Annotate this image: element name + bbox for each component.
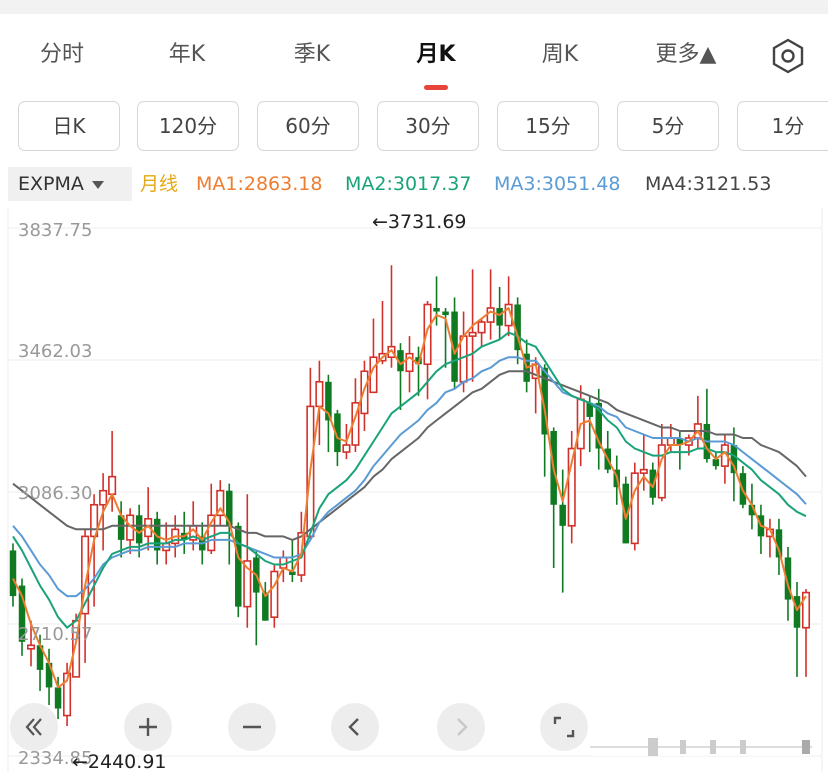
- zoom-out-button[interactable]: [228, 703, 276, 751]
- period-120min-button[interactable]: 120分: [137, 101, 239, 151]
- tab-monthly-k[interactable]: 月K: [404, 28, 468, 82]
- period-30min-button[interactable]: 30分: [377, 101, 479, 151]
- caret-down-icon: [91, 180, 104, 189]
- settings-icon[interactable]: [769, 37, 807, 75]
- ma3-value: MA3:3051.48: [494, 173, 621, 195]
- candle-down: [496, 308, 503, 326]
- tab-weekly-k[interactable]: 周K: [528, 28, 592, 82]
- y-tick-label: 3086.30: [18, 483, 92, 504]
- y-tick-label: 3462.03: [18, 341, 92, 362]
- period-day-k-button[interactable]: 日K: [18, 101, 120, 151]
- high-price-annotation: ←3731.69: [372, 211, 467, 233]
- candle-down: [54, 687, 62, 709]
- candle-up: [666, 437, 675, 446]
- indicator-selector[interactable]: EXPMA: [8, 167, 132, 201]
- period-60min-button[interactable]: 60分: [257, 101, 359, 151]
- candle-up: [639, 468, 648, 474]
- candle-up: [477, 321, 486, 334]
- double-chevron-left-icon: [25, 718, 42, 736]
- line-type-label: 月线: [140, 173, 179, 195]
- candle-down: [442, 311, 449, 316]
- period-1min-button[interactable]: 1分: [737, 101, 828, 151]
- candle-down: [9, 550, 17, 597]
- active-tab-underline: [424, 85, 448, 90]
- minute-period-selector: 日K 120分 60分 30分 15分 5分 1分: [0, 101, 828, 153]
- candle-up: [270, 570, 279, 618]
- candle-up: [486, 307, 495, 323]
- tab-more[interactable]: 更多▲: [646, 28, 726, 82]
- candle-up: [108, 475, 117, 496]
- ma1-value: MA1:2863.18: [196, 173, 323, 195]
- candle-up: [360, 370, 369, 415]
- period-5min-button[interactable]: 5分: [617, 101, 719, 151]
- rewind-button[interactable]: [10, 703, 58, 751]
- zoom-in-button[interactable]: [124, 703, 172, 751]
- ma2-value: MA2:3017.37: [345, 173, 472, 195]
- candle-up: [99, 489, 108, 506]
- candle-up: [468, 331, 477, 337]
- candle-down: [559, 504, 566, 526]
- chevron-right-icon: [457, 718, 468, 736]
- chart-period-tabs: 分时 年K 季K 月K 周K 更多▲: [0, 28, 828, 88]
- fullscreen-icon: [553, 716, 575, 738]
- chevron-left-icon: [348, 718, 359, 736]
- candle-down: [135, 515, 143, 544]
- candle-down: [712, 459, 720, 467]
- plus-icon: [139, 718, 157, 736]
- candle-up: [26, 644, 36, 650]
- period-15min-button[interactable]: 15分: [497, 101, 599, 151]
- ma4-value: MA4:3121.53: [645, 173, 772, 195]
- fullscreen-button[interactable]: [540, 703, 588, 751]
- scroll-left-button[interactable]: [331, 703, 379, 751]
- tab-intraday[interactable]: 分时: [30, 28, 94, 82]
- volume-strip-icon: [590, 738, 812, 756]
- candle-down: [235, 525, 242, 607]
- top-strip: [0, 0, 828, 14]
- tab-yearly-k[interactable]: 年K: [155, 28, 219, 82]
- indicator-bar: EXPMA 月线 MA1:2863.18 MA2:3017.37 MA3:305…: [0, 165, 828, 203]
- candlestick-chart[interactable]: 3837.75 3462.03 3086.30 2710.57 2334.85 …: [0, 200, 828, 777]
- candle-up: [657, 444, 666, 499]
- indicator-name: EXPMA: [18, 173, 84, 195]
- ma3-line: [12, 356, 807, 598]
- scroll-right-button[interactable]: [437, 703, 485, 751]
- y-tick-label: 2710.57: [18, 624, 92, 645]
- candle-up: [342, 444, 351, 453]
- minus-icon: [243, 725, 261, 729]
- tab-quarterly-k[interactable]: 季K: [280, 28, 344, 82]
- candle-down: [793, 596, 801, 628]
- low-price-annotation: ←2440.91: [72, 751, 167, 773]
- candle-down: [433, 308, 440, 312]
- candle-up: [630, 472, 639, 545]
- candle-up: [315, 380, 324, 408]
- y-tick-label: 3837.75: [18, 220, 92, 241]
